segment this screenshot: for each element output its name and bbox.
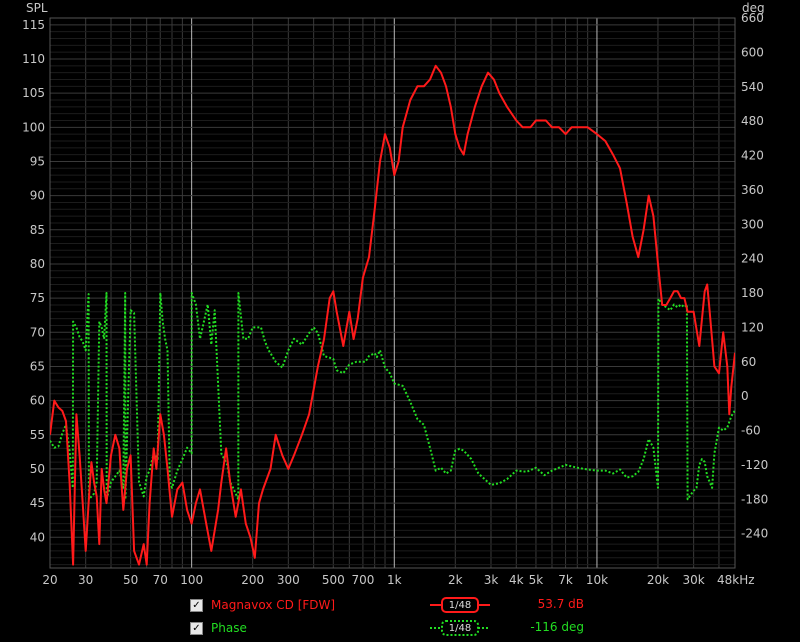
x-tick-label: 500 (322, 573, 345, 587)
grid-minor (49, 17, 735, 568)
x-tick-label: 2k (448, 573, 463, 587)
x-tick-labels: 20 30 50 70 100 200 300 500 700 1k 2k 3k 4k 5k 7k 10k 20… (42, 573, 754, 587)
y-right-tick-label: 60 (741, 355, 756, 369)
legend-label-magnavox: Magnavox CD [FDW] (211, 598, 336, 612)
smoothing-label-magnavox[interactable]: 1/48 (439, 598, 481, 612)
legend-label-phase: Phase (211, 621, 247, 635)
y-left-tick-label: 110 (22, 52, 45, 66)
y-left-tick-label: 60 (30, 394, 45, 408)
x-tick-label: 70 (153, 573, 168, 587)
x-tick-label: 3k (484, 573, 499, 587)
x-tick-label: 48kHz (717, 573, 755, 587)
y-left-tick-label: 95 (30, 154, 45, 168)
legend-entry-phase[interactable]: ✓ Phase (190, 619, 247, 637)
y-right-tick-label: -240 (741, 527, 768, 541)
y-right-tick-label: 600 (741, 45, 764, 59)
y-right-tick-label: 0 (741, 389, 749, 403)
y-right-tick-label: 240 (741, 252, 764, 266)
x-tick-label: 100 (180, 573, 203, 587)
y-right-tick-label: -60 (741, 424, 761, 438)
x-tick-label: 10k (586, 573, 608, 587)
y-left-tick-label: 70 (30, 325, 45, 339)
magnavox-visibility-checkbox[interactable]: ✓ (190, 598, 203, 612)
x-tick-label: 20 (42, 573, 57, 587)
x-tick-label: 200 (241, 573, 264, 587)
y-left-tick-label: 115 (22, 18, 45, 32)
y-left-tick-label: 50 (30, 462, 45, 476)
y-axis-label-left: SPL (26, 1, 48, 15)
plot-frame (49, 17, 736, 569)
y-right-tick-label: -180 (741, 492, 768, 506)
y-left-tick-label: 65 (30, 359, 45, 373)
x-tick-label: 30 (78, 573, 93, 587)
y-left-tick-label: 45 (30, 496, 45, 510)
y-right-tick-label: 360 (741, 183, 764, 197)
y-right-tick-label: 180 (741, 286, 764, 300)
y-left-tick-label: 105 (22, 86, 45, 100)
y-right-tick-label: 480 (741, 114, 764, 128)
x-tick-label: 50 (123, 573, 138, 587)
readout-magnavox: 53.7 dB (537, 597, 584, 611)
y-left-tick-label: 90 (30, 189, 45, 203)
smoothing-label-phase[interactable]: 1/48 (439, 621, 481, 635)
y-left-tick-label: 80 (30, 257, 45, 271)
y-left-tick-labels: 40 45 50 55 60 65 70 75 80 85 90 95 100 105 110 115 (22, 18, 45, 544)
y-right-tick-labels: -240 -180 -120 -60 0 60 120 180 240 300 360 420 480 5… (741, 11, 768, 541)
phase-visibility-checkbox[interactable]: ✓ (190, 621, 203, 635)
grid-major (50, 18, 735, 568)
y-left-tick-label: 85 (30, 223, 45, 237)
x-tick-label: 7k (558, 573, 573, 587)
y-left-tick-label: 40 (30, 530, 45, 544)
y-right-tick-label: 300 (741, 217, 764, 231)
x-tick-label: 300 (277, 573, 300, 587)
y-axis-label-right: deg (742, 1, 765, 15)
y-right-tick-label: 420 (741, 149, 764, 163)
y-left-tick-label: 100 (22, 120, 45, 134)
readout-phase: -116 deg (530, 620, 584, 634)
y-right-tick-label: 120 (741, 320, 764, 334)
x-tick-label: 30k (683, 573, 705, 587)
y-right-tick-label: 540 (741, 80, 764, 94)
frequency-response-chart: 40 45 50 55 60 65 70 75 80 85 90 95 100 105 110 115 -24… (22, 1, 768, 587)
x-tick-label: 700 (351, 573, 374, 587)
x-tick-label: 5k (529, 573, 544, 587)
x-tick-label: 4k (509, 573, 524, 587)
x-tick-label: 20k (647, 573, 669, 587)
legend-entry-magnavox[interactable]: ✓ Magnavox CD [FDW] (190, 596, 335, 614)
x-tick-label: 1k (387, 573, 402, 587)
y-left-tick-label: 75 (30, 291, 45, 305)
y-left-tick-label: 55 (30, 428, 45, 442)
y-right-tick-label: -120 (741, 458, 768, 472)
